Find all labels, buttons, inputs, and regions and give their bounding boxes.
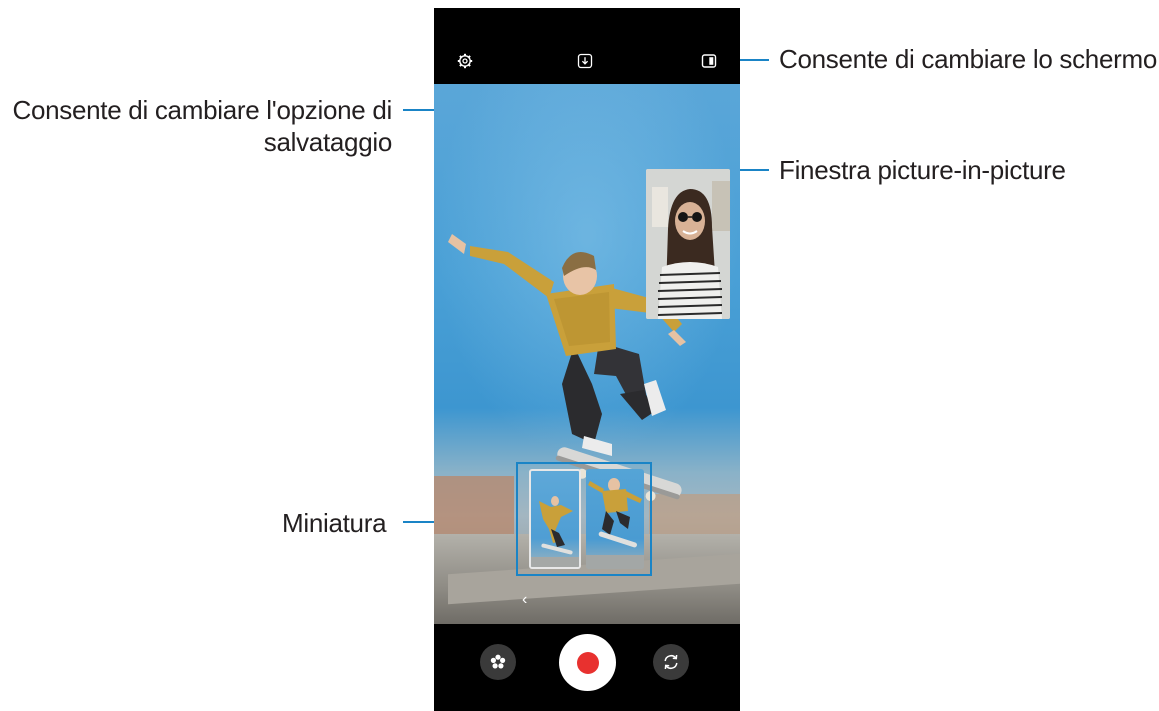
callout-thumbnail: Miniatura bbox=[282, 508, 387, 538]
gear-icon[interactable] bbox=[454, 50, 476, 72]
callout-change-screen: Consente di cambiare lo schermo bbox=[779, 44, 1157, 74]
split-screen-icon[interactable] bbox=[698, 50, 720, 72]
phone-screen: ‹ bbox=[434, 8, 740, 711]
camera-bottom-bar bbox=[434, 624, 740, 711]
camera-top-bar bbox=[434, 8, 740, 84]
rotate-icon[interactable] bbox=[653, 644, 689, 680]
flower-icon[interactable] bbox=[480, 644, 516, 680]
camera-viewfinder[interactable]: ‹ bbox=[434, 84, 740, 624]
callout-save-option-line1: Consente di cambiare l'opzione di bbox=[12, 95, 392, 125]
thumbnail-selfie-view[interactable] bbox=[529, 469, 581, 569]
thumbnail-image bbox=[586, 478, 644, 569]
download-icon[interactable] bbox=[574, 50, 596, 72]
callout-save-option-line2: salvataggio bbox=[263, 127, 393, 157]
thumbnail-main-view[interactable] bbox=[586, 469, 644, 569]
pip-selfie-photo bbox=[646, 169, 730, 319]
thumbnail-preview-box bbox=[516, 462, 652, 576]
thumbnail-image bbox=[531, 496, 579, 567]
picture-in-picture-window[interactable] bbox=[646, 169, 730, 319]
record-button[interactable] bbox=[559, 634, 616, 691]
callout-pip-window: Finestra picture-in-picture bbox=[779, 155, 1066, 185]
callout-save-option: Consente di cambiare l'opzione di salvat… bbox=[6, 94, 392, 158]
record-icon bbox=[576, 651, 599, 674]
chevron-left-icon[interactable]: ‹ bbox=[522, 591, 527, 609]
